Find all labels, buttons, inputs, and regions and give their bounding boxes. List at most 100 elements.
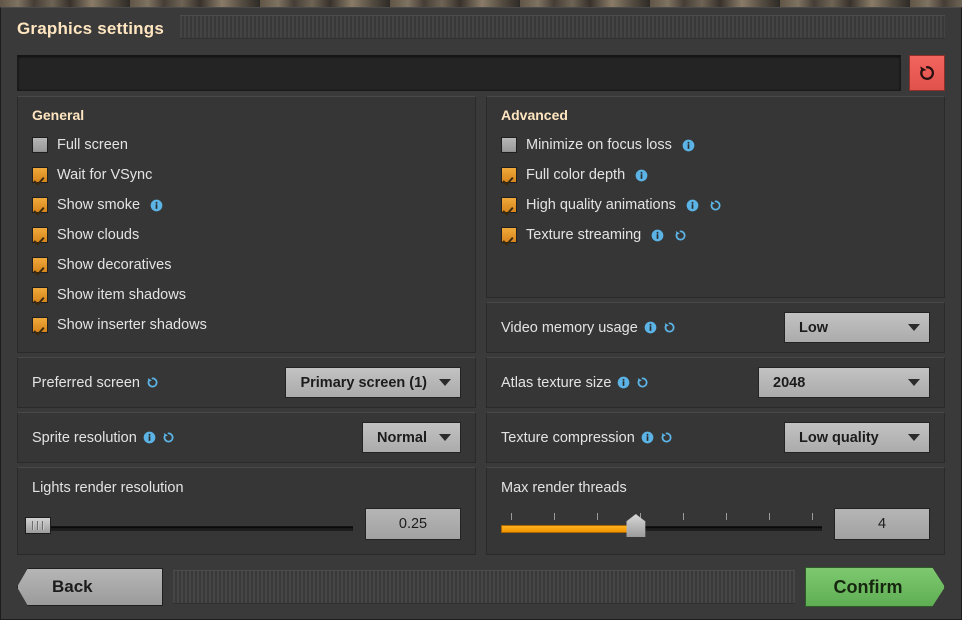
- checkbox-row-texture-streaming[interactable]: Texture streaming: [501, 220, 930, 250]
- info-icon[interactable]: [143, 431, 156, 444]
- value-box-lights-render-resolution[interactable]: 0.25: [365, 508, 461, 540]
- back-button-label: Back: [52, 577, 93, 597]
- checkbox-label: Wait for VSync: [57, 167, 152, 183]
- reset-settings-button[interactable]: [909, 55, 945, 91]
- restart-required-icon[interactable]: [162, 431, 175, 444]
- slider-handle[interactable]: [25, 517, 51, 534]
- checkbox-label: Texture streaming: [526, 227, 641, 243]
- checkbox-label: Show clouds: [57, 227, 139, 243]
- checkbox-checked-icon[interactable]: [501, 197, 517, 213]
- confirm-button[interactable]: Confirm: [805, 567, 945, 607]
- setting-label: Preferred screen: [32, 375, 140, 391]
- checkbox-label: Minimize on focus loss: [526, 137, 672, 153]
- checkbox-row-full-color-depth[interactable]: Full color depth: [501, 160, 930, 190]
- dropdown-atlas-texture-size[interactable]: 2048: [758, 367, 930, 398]
- dropdown-preferred-screen[interactable]: Primary screen (1): [285, 367, 461, 398]
- setting-panel-max-render-threads: Max render threads 4: [486, 467, 945, 555]
- advanced-column: Advanced Minimize on focus loss Full col…: [486, 96, 945, 555]
- setting-panel-lights-render-resolution: Lights render resolution 0.25: [17, 467, 476, 555]
- checkbox-checked-icon[interactable]: [32, 227, 48, 243]
- restart-required-icon[interactable]: [663, 321, 676, 334]
- chevron-down-icon: [908, 434, 920, 441]
- advanced-section-title: Advanced: [501, 107, 930, 123]
- value-box-max-render-threads[interactable]: 4: [834, 508, 930, 540]
- info-icon[interactable]: [644, 321, 657, 334]
- info-icon[interactable]: [150, 199, 163, 212]
- info-icon[interactable]: [682, 139, 695, 152]
- info-icon[interactable]: [651, 229, 664, 242]
- dropdown-value: Low quality: [799, 430, 879, 446]
- search-field-wrapper[interactable]: [17, 55, 901, 91]
- settings-body: General Full screen Wait for VSync Show …: [1, 96, 961, 555]
- restart-required-icon[interactable]: [674, 229, 687, 242]
- setting-label: Max render threads: [501, 480, 627, 496]
- reset-arrow-icon: [917, 63, 937, 83]
- game-background-strip: [0, 0, 962, 7]
- info-icon[interactable]: [617, 376, 630, 389]
- checkbox-row-show-smoke[interactable]: Show smoke: [32, 190, 461, 220]
- checkbox-row-show-item-shadows[interactable]: Show item shadows: [32, 280, 461, 310]
- setting-row-atlas-texture-size: Atlas texture size 2048: [487, 358, 944, 407]
- dropdown-texture-compression[interactable]: Low quality: [784, 422, 930, 453]
- checkbox-row-show-inserter-shadows[interactable]: Show inserter shadows: [32, 310, 461, 340]
- dropdown-value: 2048: [773, 375, 805, 391]
- checkbox-row-high-quality-animations[interactable]: High quality animations: [501, 190, 930, 220]
- setting-label: Texture compression: [501, 430, 635, 446]
- dropdown-value: Low: [799, 320, 828, 336]
- dropdown-value: Normal: [377, 430, 427, 446]
- checkbox-row-wait-for-vsync[interactable]: Wait for VSync: [32, 160, 461, 190]
- slider-ticks: [501, 513, 822, 521]
- setting-label-wrapper: Lights render resolution: [32, 480, 461, 496]
- confirm-button-label: Confirm: [834, 577, 903, 598]
- checkbox-row-full-screen[interactable]: Full screen: [32, 130, 461, 160]
- restart-required-icon[interactable]: [709, 199, 722, 212]
- dropdown-video-memory-usage[interactable]: Low: [784, 312, 930, 343]
- setting-label-wrapper: Max render threads: [501, 480, 930, 496]
- checkbox-row-show-decoratives[interactable]: Show decoratives: [32, 250, 461, 280]
- restart-required-icon[interactable]: [660, 431, 673, 444]
- info-icon[interactable]: [635, 169, 648, 182]
- slider-tick: [769, 513, 770, 520]
- titlebar-drag-handle[interactable]: [180, 15, 945, 39]
- checkbox-unchecked-icon[interactable]: [32, 137, 48, 153]
- checkbox-row-minimize-on-focus-loss[interactable]: Minimize on focus loss: [501, 130, 930, 160]
- checkbox-label: Show decoratives: [57, 257, 171, 273]
- checkbox-checked-icon[interactable]: [32, 167, 48, 183]
- slider-lights-render-resolution[interactable]: [32, 511, 353, 537]
- setting-row-lights-render-resolution: Lights render resolution 0.25: [18, 468, 475, 554]
- setting-label-wrapper: Video memory usage: [501, 320, 676, 336]
- slider-tick: [812, 513, 813, 520]
- slider-track[interactable]: [32, 526, 353, 531]
- general-section-title: General: [32, 107, 461, 123]
- checkbox-checked-icon[interactable]: [32, 287, 48, 303]
- setting-row-video-memory-usage: Video memory usage Low: [487, 303, 944, 352]
- checkbox-checked-icon[interactable]: [32, 317, 48, 333]
- dropdown-sprite-resolution[interactable]: Normal: [362, 422, 461, 453]
- setting-label: Lights render resolution: [32, 480, 184, 496]
- checkbox-label: Show item shadows: [57, 287, 186, 303]
- setting-label-wrapper: Sprite resolution: [32, 430, 175, 446]
- info-icon[interactable]: [686, 199, 699, 212]
- checkbox-row-show-clouds[interactable]: Show clouds: [32, 220, 461, 250]
- setting-label-wrapper: Atlas texture size: [501, 375, 649, 391]
- setting-row-max-render-threads: Max render threads 4: [487, 468, 944, 554]
- checkbox-checked-icon[interactable]: [32, 257, 48, 273]
- info-icon[interactable]: [641, 431, 654, 444]
- chevron-down-icon: [908, 379, 920, 386]
- dialog-footer: Back Confirm: [1, 555, 961, 619]
- restart-required-icon[interactable]: [146, 376, 159, 389]
- setting-row-texture-compression: Texture compression Low quality: [487, 413, 944, 462]
- setting-panel-texture-compression: Texture compression Low quality: [486, 412, 945, 463]
- search-input[interactable]: [28, 65, 890, 81]
- setting-label: Atlas texture size: [501, 375, 611, 391]
- checkbox-label: Show inserter shadows: [57, 317, 207, 333]
- checkbox-label: Full color depth: [526, 167, 625, 183]
- slider-max-render-threads[interactable]: [501, 511, 822, 537]
- checkbox-checked-icon[interactable]: [501, 227, 517, 243]
- checkbox-checked-icon[interactable]: [501, 167, 517, 183]
- chevron-down-icon: [908, 324, 920, 331]
- back-button[interactable]: Back: [17, 568, 163, 606]
- checkbox-unchecked-icon[interactable]: [501, 137, 517, 153]
- restart-required-icon[interactable]: [636, 376, 649, 389]
- checkbox-checked-icon[interactable]: [32, 197, 48, 213]
